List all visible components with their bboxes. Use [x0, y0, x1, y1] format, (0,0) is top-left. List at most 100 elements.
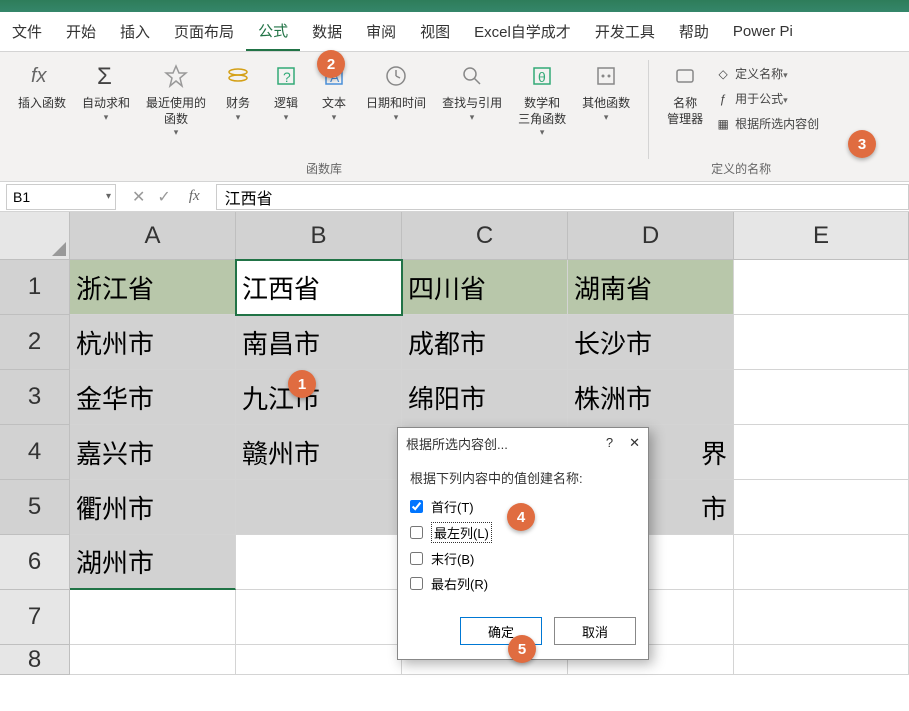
menu-file[interactable]: 文件	[0, 13, 54, 50]
row-header-5[interactable]: 5	[0, 480, 70, 535]
menu-view[interactable]: 视图	[408, 13, 462, 50]
menu-data[interactable]: 数据	[300, 13, 354, 50]
menu-custom[interactable]: Excel自学成才	[462, 13, 583, 50]
checkbox-top-row[interactable]	[410, 500, 423, 513]
cell-E8[interactable]	[734, 645, 909, 675]
cell-E1[interactable]	[734, 260, 909, 315]
option-right-col[interactable]: 最右列(R)	[410, 574, 636, 593]
fx-icon: fx	[26, 60, 58, 92]
column-headers: A B C D E	[0, 212, 909, 260]
cell-B2[interactable]: 南昌市	[236, 315, 402, 370]
row-header-6[interactable]: 6	[0, 535, 70, 590]
grid-small-icon: ▦	[715, 116, 731, 132]
fx-buttons: ✕ ✓ fx	[122, 187, 216, 207]
menu-formulas[interactable]: 公式	[246, 12, 300, 51]
dialog-help-button[interactable]: ?	[606, 435, 613, 451]
menu-page-layout[interactable]: 页面布局	[162, 13, 246, 50]
select-all-corner[interactable]	[0, 212, 70, 260]
ribbon: fx 插入函数 Σ 自动求和 最近使用的 函数 财务 ? 逻辑 A 文本 日期和…	[0, 52, 909, 182]
cell-A7[interactable]	[70, 590, 236, 645]
cell-D3[interactable]: 株洲市	[568, 370, 734, 425]
cell-B1[interactable]: 江西省	[236, 260, 402, 315]
autosum-button[interactable]: Σ 自动求和	[74, 56, 138, 127]
cancel-button[interactable]: 取消	[554, 617, 636, 645]
checkbox-bottom-row[interactable]	[410, 552, 423, 565]
menu-help[interactable]: 帮助	[667, 13, 721, 50]
datetime-label: 日期和时间	[366, 96, 426, 123]
use-in-formula-button[interactable]: ƒ 用于公式	[711, 87, 823, 110]
math-button[interactable]: θ 数学和 三角函数	[510, 56, 574, 143]
cell-B6[interactable]	[236, 535, 402, 590]
recent-functions-button[interactable]: 最近使用的 函数	[138, 56, 214, 143]
row-header-7[interactable]: 7	[0, 590, 70, 645]
cell-A2[interactable]: 杭州市	[70, 315, 236, 370]
callout-5: 5	[508, 635, 536, 663]
name-manager-button[interactable]: 名称 管理器	[659, 56, 711, 131]
cell-C2[interactable]: 成都市	[402, 315, 568, 370]
cell-C3[interactable]: 绵阳市	[402, 370, 568, 425]
fx-cancel-icon[interactable]: ✕	[132, 187, 145, 207]
menu-powerpi[interactable]: Power Pi	[721, 15, 805, 48]
financial-button[interactable]: 财务	[214, 56, 262, 127]
menu-review[interactable]: 审阅	[354, 13, 408, 50]
more-functions-button[interactable]: 其他函数	[574, 56, 638, 127]
row-header-2[interactable]: 2	[0, 315, 70, 370]
col-header-E[interactable]: E	[734, 212, 909, 260]
cell-E6[interactable]	[734, 535, 909, 590]
dialog-prompt: 根据下列内容中的值创建名称:	[410, 468, 636, 487]
cell-A5[interactable]: 衢州市	[70, 480, 236, 535]
col-header-C[interactable]: C	[402, 212, 568, 260]
autosum-label: 自动求和	[82, 96, 130, 123]
row-header-3[interactable]: 3	[0, 370, 70, 425]
row-header-8[interactable]: 8	[0, 645, 70, 675]
row-header-1[interactable]: 1	[0, 260, 70, 315]
datetime-button[interactable]: 日期和时间	[358, 56, 434, 127]
define-name-button[interactable]: ◇ 定义名称	[711, 62, 823, 85]
cell-A3[interactable]: 金华市	[70, 370, 236, 425]
group-label-names: 定义的名称	[711, 160, 771, 177]
name-box-value: B1	[13, 189, 30, 205]
cell-C1[interactable]: 四川省	[402, 260, 568, 315]
cell-D2[interactable]: 长沙市	[568, 315, 734, 370]
formula-input[interactable]	[216, 184, 909, 210]
col-header-D[interactable]: D	[568, 212, 734, 260]
cell-E4[interactable]	[734, 425, 909, 480]
cell-E3[interactable]	[734, 370, 909, 425]
ribbon-group-defined-names: 名称 管理器 ◇ 定义名称 ƒ 用于公式 ▦ 根据所选内容创 定义的名称	[649, 52, 833, 181]
dialog-close-button[interactable]: ✕	[629, 435, 640, 451]
checkbox-right-col[interactable]	[410, 577, 423, 590]
cell-B4[interactable]: 赣州市	[236, 425, 402, 480]
menu-bar: 文件 开始 插入 页面布局 公式 数据 审阅 视图 Excel自学成才 开发工具…	[0, 12, 909, 52]
lookup-label: 查找与引用	[442, 96, 502, 123]
create-from-selection-button[interactable]: ▦ 根据所选内容创	[711, 112, 823, 135]
cell-A6[interactable]: 湖州市	[70, 535, 236, 590]
cell-B7[interactable]	[236, 590, 402, 645]
insert-function-button[interactable]: fx 插入函数	[10, 56, 74, 116]
checkbox-left-col[interactable]	[410, 526, 423, 539]
col-header-B[interactable]: B	[236, 212, 402, 260]
col-header-A[interactable]: A	[70, 212, 236, 260]
menu-developer[interactable]: 开发工具	[583, 13, 667, 50]
cell-A8[interactable]	[70, 645, 236, 675]
cell-E5[interactable]	[734, 480, 909, 535]
use-in-formula-label: 用于公式	[735, 90, 783, 107]
cell-A4[interactable]: 嘉兴市	[70, 425, 236, 480]
menu-insert[interactable]: 插入	[108, 13, 162, 50]
dialog-titlebar[interactable]: 根据所选内容创... ? ✕	[398, 428, 648, 458]
fx-icon[interactable]: fx	[183, 188, 206, 205]
cell-B5[interactable]	[236, 480, 402, 535]
logical-button[interactable]: ? 逻辑	[262, 56, 310, 127]
cell-D1[interactable]: 湖南省	[568, 260, 734, 315]
cell-A1[interactable]: 浙江省	[70, 260, 236, 315]
cell-E2[interactable]	[734, 315, 909, 370]
create-names-dialog: 根据所选内容创... ? ✕ 根据下列内容中的值创建名称: 首行(T) 最左列(…	[397, 427, 649, 660]
menu-home[interactable]: 开始	[54, 13, 108, 50]
cell-B3[interactable]: 九江市	[236, 370, 402, 425]
cell-E7[interactable]	[734, 590, 909, 645]
name-box[interactable]: B1	[6, 184, 116, 210]
option-bottom-row[interactable]: 末行(B)	[410, 549, 636, 568]
cell-B8[interactable]	[236, 645, 402, 675]
fx-confirm-icon[interactable]: ✓	[157, 187, 170, 207]
row-header-4[interactable]: 4	[0, 425, 70, 480]
lookup-button[interactable]: 查找与引用	[434, 56, 510, 127]
